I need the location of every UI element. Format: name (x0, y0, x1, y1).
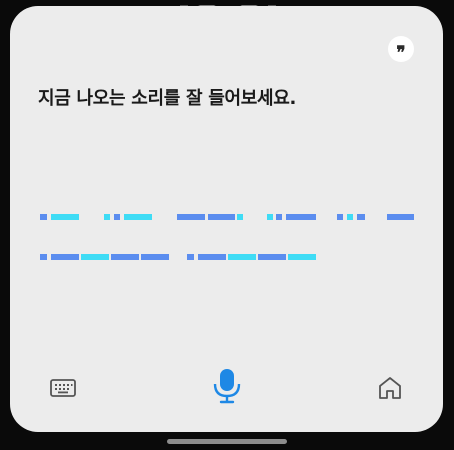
wave-segment (51, 254, 79, 260)
home-button[interactable] (370, 368, 410, 408)
wave-segment (177, 214, 205, 220)
home-indicator[interactable] (167, 439, 287, 444)
assistant-card: ❞ 지금 나오는 소리를 잘 들어보세요. (10, 6, 443, 432)
wave-segment (258, 254, 286, 260)
wave-segment (387, 214, 414, 220)
wave-segment (276, 214, 282, 220)
wave-segment (198, 254, 226, 260)
wave-segment (114, 214, 120, 220)
wave-segment (237, 214, 243, 220)
wave-segment (40, 214, 47, 220)
wave-segment (81, 254, 109, 260)
wave-segment (267, 214, 273, 220)
wave-segment (124, 214, 152, 220)
wave-segment (288, 254, 316, 260)
sound-waveform (40, 214, 414, 260)
bottom-toolbar (10, 368, 443, 418)
wave-segment (286, 214, 316, 220)
wave-segment (187, 254, 194, 260)
wave-segment (228, 254, 256, 260)
microphone-icon (213, 369, 241, 404)
wave-segment (357, 214, 365, 220)
wave-segment (104, 214, 110, 220)
keyboard-icon (50, 379, 76, 397)
wave-segment (51, 214, 79, 220)
microphone-button[interactable] (207, 366, 247, 406)
wave-segment (111, 254, 139, 260)
wave-segment (337, 214, 343, 220)
keyboard-button[interactable] (43, 368, 83, 408)
wave-segment (141, 254, 169, 260)
wave-segment (40, 254, 47, 260)
wave-segment (347, 214, 353, 220)
home-icon (379, 377, 401, 399)
wave-segment (208, 214, 235, 220)
